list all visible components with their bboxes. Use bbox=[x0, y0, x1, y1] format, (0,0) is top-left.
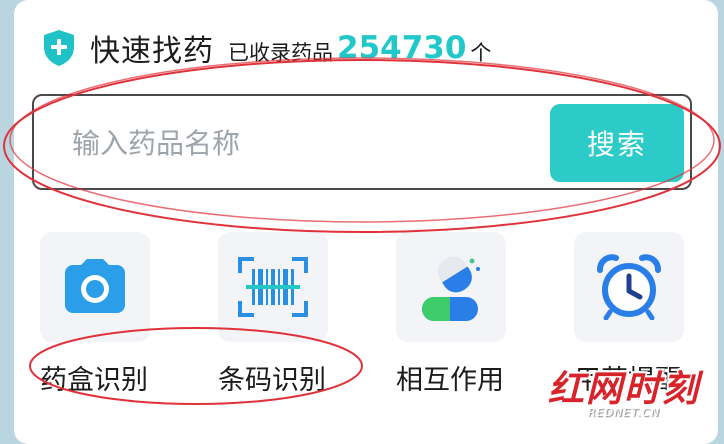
collected-label: 已收录药品 bbox=[228, 41, 333, 65]
rednet-watermark: 红网时刻 REDNET.CN bbox=[548, 360, 718, 432]
feature-label: 条码识别 bbox=[218, 365, 326, 396]
alarm-clock-icon bbox=[597, 254, 661, 320]
feature-medication-reminder[interactable]: 用药提醒 bbox=[574, 232, 686, 396]
feature-tile[interactable] bbox=[218, 232, 328, 342]
medicine-search-input[interactable] bbox=[70, 118, 544, 168]
feature-tile[interactable] bbox=[396, 232, 506, 342]
watermark-logo-text: 红网时刻 bbox=[548, 369, 701, 410]
search-bar: 搜索 bbox=[32, 94, 692, 190]
count-unit: 个 bbox=[470, 41, 492, 65]
feature-label: 相互作用 bbox=[396, 365, 504, 396]
medicine-count: 254730 bbox=[337, 30, 467, 66]
shield-plus-icon bbox=[44, 30, 74, 66]
feature-drug-interaction[interactable]: 相互作用 bbox=[396, 232, 508, 396]
feature-tile[interactable] bbox=[40, 232, 150, 342]
camera-icon bbox=[65, 259, 125, 313]
card-header: 快速找药 已收录药品 254730 个 bbox=[42, 22, 491, 74]
feature-label: 药盒识别 bbox=[40, 365, 148, 396]
feature-barcode-recognition[interactable]: 条码识别 bbox=[218, 232, 330, 396]
pills-icon bbox=[422, 256, 480, 321]
watermark-url: REDNET.CN bbox=[588, 406, 661, 419]
search-button[interactable]: 搜索 bbox=[550, 104, 684, 182]
feature-tile[interactable] bbox=[574, 232, 684, 342]
feature-medicine-box-recognition[interactable]: 药盒识别 bbox=[40, 232, 152, 396]
card-title: 快速找药 bbox=[90, 34, 214, 69]
barcode-scan-icon bbox=[238, 257, 308, 317]
